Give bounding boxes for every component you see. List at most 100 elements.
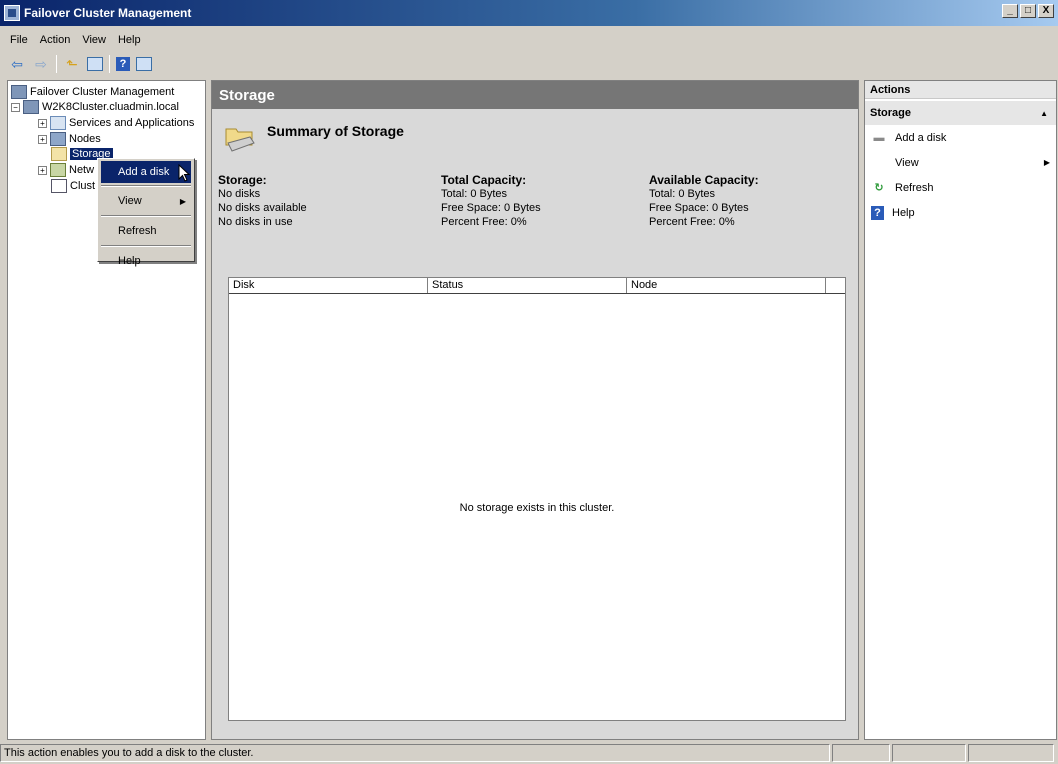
storage-line: No disks available (218, 202, 307, 214)
services-icon (50, 116, 66, 130)
forward-arrow-icon[interactable]: ⇨ (32, 56, 50, 72)
context-separator (101, 245, 191, 247)
toolbar: ⇦ ⇨ ⬑ ? (0, 52, 1058, 76)
collapse-chevron-icon[interactable]: ▲ (1040, 109, 1048, 118)
storage-panel: Storage Summary of Storage Storage: No d… (211, 80, 859, 740)
toolbar-separator (109, 55, 110, 73)
actions-section-storage[interactable]: Storage ▲ (865, 101, 1056, 125)
list-header: Disk Status Node (229, 278, 845, 294)
column-header-node[interactable]: Node (627, 278, 826, 293)
total-capacity-line: Percent Free: 0% (441, 216, 527, 228)
cluster-icon (23, 100, 39, 114)
total-capacity-column: Total Capacity: Total: 0 Bytes Free Spac… (441, 173, 541, 229)
menu-bar: File Action View Help (0, 30, 1058, 50)
tree-item-services[interactable]: + Services and Applications (38, 116, 194, 130)
submenu-arrow-icon: ▶ (179, 196, 186, 206)
total-capacity-heading: Total Capacity: (441, 173, 527, 187)
refresh-icon: ↻ (874, 182, 884, 194)
expand-icon[interactable]: + (38, 165, 47, 175)
tree-label-events: Clust (70, 180, 96, 192)
storage-icon (51, 147, 67, 161)
mouse-cursor-icon (178, 164, 191, 182)
action-refresh[interactable]: ↻ Refresh (865, 175, 1056, 200)
add-disk-icon: ▬ (873, 131, 885, 144)
menu-action[interactable]: Action (34, 34, 77, 46)
cluster-events-icon (51, 179, 67, 193)
context-item-refresh[interactable]: Refresh (98, 219, 194, 243)
tree-label-networks: Netw (69, 164, 95, 176)
available-capacity-line: Percent Free: 0% (649, 216, 735, 228)
expand-icon[interactable]: + (38, 134, 47, 144)
action-view[interactable]: View ▶ (865, 150, 1056, 175)
storage-heading: Storage: (218, 173, 267, 187)
available-capacity-heading: Available Capacity: (649, 173, 759, 187)
window-title: Failover Cluster Management (24, 6, 192, 20)
action-label: Help (892, 206, 915, 219)
actions-section-label: Storage (870, 107, 911, 119)
tree-label-root: Failover Cluster Management (30, 86, 175, 98)
minimize-button[interactable]: _ (1002, 4, 1018, 18)
action-label: Refresh (895, 181, 934, 194)
menu-help[interactable]: Help (112, 34, 147, 46)
tree-item-cluster[interactable]: − W2K8Cluster.cluadmin.local (11, 100, 179, 114)
blank-icon (871, 156, 887, 170)
help-icon[interactable]: ? (116, 57, 130, 71)
title-bar: Failover Cluster Management _ □ X (0, 0, 1058, 26)
tree-item-events[interactable]: Clust (51, 179, 95, 193)
window-controls: _ □ X (1002, 4, 1054, 18)
show-hide-action-pane-icon[interactable] (136, 57, 152, 71)
maximize-button[interactable]: □ (1020, 4, 1036, 18)
menu-view[interactable]: View (76, 34, 112, 46)
collapse-icon[interactable]: − (11, 102, 20, 112)
total-capacity-line: Total: 0 Bytes (441, 188, 508, 200)
column-header-filler (826, 278, 845, 293)
available-capacity-column: Available Capacity: Total: 0 Bytes Free … (649, 173, 759, 229)
storage-summary-column: Storage: No disks No disks available No … (218, 173, 307, 229)
status-bar: This action enables you to add a disk to… (0, 744, 1058, 764)
context-item-view[interactable]: View ▶ (98, 189, 194, 213)
toolbar-separator (56, 55, 57, 73)
context-item-view-label: View (118, 195, 142, 207)
action-help[interactable]: ? Help (865, 200, 1056, 225)
storage-drive-icon (225, 128, 255, 152)
cluster-app-icon (4, 5, 20, 21)
submenu-arrow-icon: ▶ (1043, 158, 1050, 167)
panel-header: Storage (212, 81, 858, 109)
available-capacity-line: Free Space: 0 Bytes (649, 202, 749, 214)
tree-label-nodes: Nodes (69, 133, 101, 145)
status-panel (968, 744, 1054, 762)
show-hide-tree-icon[interactable] (87, 57, 103, 71)
disk-list[interactable]: Disk Status Node No storage exists in th… (228, 277, 846, 721)
column-header-disk[interactable]: Disk (229, 278, 428, 293)
column-header-status[interactable]: Status (428, 278, 627, 293)
tree-item-nodes[interactable]: + Nodes (38, 132, 101, 146)
status-panel (832, 744, 890, 762)
action-label: Add a disk (895, 131, 947, 144)
tree-label-services: Services and Applications (69, 117, 195, 129)
close-button[interactable]: X (1038, 4, 1054, 18)
networks-icon (50, 163, 66, 177)
tree-label-cluster: W2K8Cluster.cluadmin.local (42, 101, 179, 113)
actions-title: Actions (865, 81, 1056, 99)
context-separator (101, 185, 191, 187)
storage-line: No disks (218, 188, 261, 200)
help-icon: ? (871, 205, 884, 220)
menu-file[interactable]: File (4, 34, 34, 46)
tree-item-networks[interactable]: + Netw (38, 163, 94, 177)
storage-line: No disks in use (218, 216, 293, 228)
action-label: View (895, 156, 919, 169)
available-capacity-line: Total: 0 Bytes (649, 188, 716, 200)
up-folder-icon[interactable]: ⬑ (63, 56, 81, 72)
actions-pane: Actions Storage ▲ ▬ Add a disk View ▶ ↻ … (864, 80, 1057, 740)
nodes-icon (50, 132, 66, 146)
status-text: This action enables you to add a disk to… (0, 744, 830, 762)
empty-list-message: No storage exists in this cluster. (459, 502, 615, 514)
action-add-disk[interactable]: ▬ Add a disk (865, 125, 1056, 150)
back-arrow-icon[interactable]: ⇦ (8, 56, 26, 72)
context-separator (101, 215, 191, 217)
cluster-manager-icon (11, 85, 27, 99)
context-item-help[interactable]: Help (98, 249, 194, 273)
summary-title: Summary of Storage (267, 123, 404, 139)
expand-icon[interactable]: + (38, 118, 47, 128)
tree-item-root[interactable]: Failover Cluster Management (11, 85, 174, 99)
